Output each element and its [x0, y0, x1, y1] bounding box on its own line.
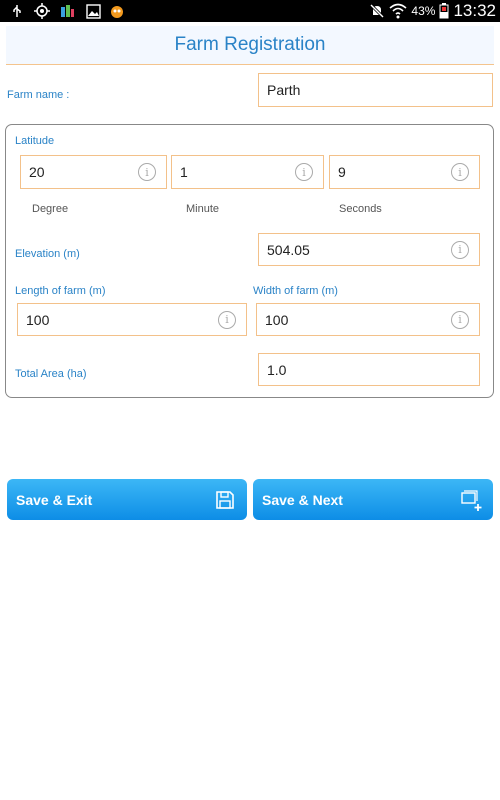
latitude-degree-value: 20 [29, 164, 45, 180]
clock: 13:32 [453, 1, 496, 20]
save-exit-button[interactable]: Save & Exit [7, 479, 247, 520]
latitude-minute-value: 1 [180, 164, 188, 180]
add-item-icon [461, 489, 482, 511]
length-input[interactable]: 100 i [17, 303, 247, 336]
save-next-button[interactable]: Save & Next [253, 479, 493, 520]
minute-label: Minute [186, 203, 220, 215]
width-label: Width of farm (m) [253, 285, 338, 297]
save-icon [215, 490, 235, 510]
elevation-value: 504.05 [267, 241, 310, 258]
wifi-icon [389, 3, 407, 19]
elevation-label: Elevation (m) [15, 248, 80, 260]
latitude-label: Latitude [15, 135, 55, 147]
latitude-degree-input[interactable]: 20 i [20, 155, 167, 189]
degree-label: Degree [32, 203, 69, 215]
width-value: 100 [265, 311, 289, 328]
farm-name-label: Farm name : [7, 89, 70, 101]
battery-icon [439, 3, 449, 19]
gps-icon [33, 2, 51, 20]
info-icon[interactable]: i [451, 310, 469, 329]
usb-icon [8, 2, 26, 20]
info-icon[interactable]: i [138, 163, 156, 181]
length-value: 100 [26, 311, 50, 328]
status-bar: 43% 13:32 [0, 0, 500, 22]
total-area-label: Total Area (ha) [15, 368, 87, 380]
farm-name-input[interactable]: Parth [258, 73, 493, 107]
save-exit-label: Save & Exit [16, 491, 93, 508]
save-next-label: Save & Next [262, 491, 343, 508]
title-bar: Farm Registration [6, 26, 494, 65]
seconds-label: Seconds [339, 203, 382, 215]
total-area-value: 1.0 [267, 361, 287, 378]
latitude-minute-input[interactable]: 1 i [171, 155, 324, 189]
app-icon [58, 2, 76, 20]
elevation-input[interactable]: 504.05 i [258, 233, 480, 266]
uc-browser-icon [108, 2, 126, 20]
notifications-muted-icon [369, 3, 385, 19]
latitude-seconds-input[interactable]: 9 i [329, 155, 480, 189]
page-title: Farm Registration [174, 34, 326, 55]
total-area-input[interactable]: 1.0 [258, 353, 480, 386]
info-icon[interactable]: i [218, 310, 236, 329]
farm-name-value: Parth [267, 82, 301, 98]
image-icon [84, 2, 102, 20]
latitude-seconds-value: 9 [338, 164, 346, 180]
battery-percent: 43% [411, 4, 436, 18]
info-icon[interactable]: i [451, 240, 469, 259]
info-icon[interactable]: i [295, 163, 313, 181]
width-input[interactable]: 100 i [256, 303, 480, 336]
length-label: Length of farm (m) [15, 285, 106, 297]
info-icon[interactable]: i [451, 163, 469, 181]
